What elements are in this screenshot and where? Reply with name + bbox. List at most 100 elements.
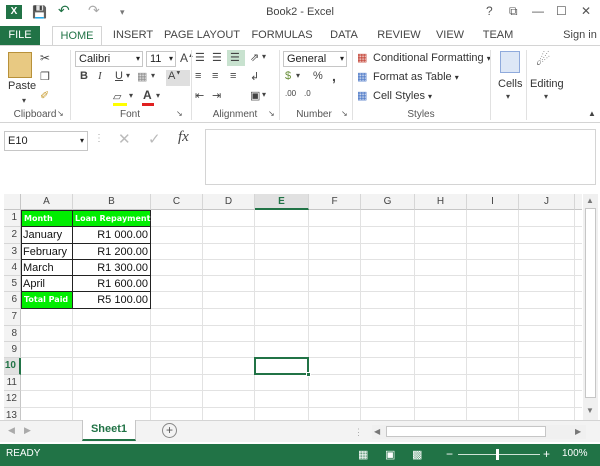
- align-center-icon[interactable]: ≡: [212, 70, 218, 82]
- bottom-align-icon[interactable]: ☰: [230, 51, 240, 64]
- help-button[interactable]: ?: [486, 4, 493, 18]
- underline-dropdown-icon[interactable]: ▾: [126, 71, 130, 80]
- worksheet-grid[interactable]: A B C D E F G H I J 1 2 3 4 5 6 7 8 9 10…: [4, 194, 582, 420]
- cell-a1[interactable]: Month: [22, 211, 72, 226]
- cell-a3[interactable]: February: [23, 244, 72, 260]
- wrap-text-icon[interactable]: ↲: [250, 70, 259, 83]
- row-header-selected[interactable]: 10: [4, 358, 21, 375]
- number-launcher-icon[interactable]: ↘: [341, 109, 348, 118]
- tab-data[interactable]: DATA: [324, 26, 364, 46]
- horizontal-scrollbar[interactable]: ◀ ▶: [372, 425, 586, 439]
- paste-dropdown-icon[interactable]: ▾: [22, 96, 26, 105]
- cell-a6[interactable]: Total Paid: [22, 292, 72, 308]
- scroll-right-icon[interactable]: ▶: [575, 427, 581, 436]
- cells-icon[interactable]: [500, 51, 520, 73]
- column-header[interactable]: C: [151, 194, 203, 210]
- underline-button[interactable]: U: [115, 70, 123, 82]
- accounting-dropdown-icon[interactable]: ▾: [296, 71, 300, 80]
- row-header[interactable]: 6: [4, 292, 21, 309]
- name-box[interactable]: E10 ▾: [4, 131, 88, 151]
- column-header[interactable]: J: [519, 194, 575, 210]
- tab-page-layout[interactable]: PAGE LAYOUT: [164, 26, 240, 46]
- fill-color-dropdown-icon[interactable]: ▾: [129, 91, 133, 100]
- tab-insert[interactable]: INSERT: [110, 26, 156, 46]
- vertical-scrollbar[interactable]: ▲ ▼: [583, 194, 598, 420]
- paste-button-label[interactable]: Paste: [8, 80, 36, 92]
- row-header[interactable]: 13: [4, 408, 21, 420]
- cell-b3[interactable]: R1 200.00: [73, 244, 148, 260]
- middle-align-icon[interactable]: ☰: [212, 51, 222, 64]
- active-cell-e10[interactable]: [254, 357, 309, 375]
- zoom-slider-track[interactable]: [458, 454, 540, 455]
- bold-button[interactable]: B: [80, 70, 88, 82]
- binoculars-icon[interactable]: ☄: [536, 50, 550, 70]
- shrink-font-icon[interactable]: A▼: [168, 70, 181, 82]
- column-header[interactable]: G: [361, 194, 415, 210]
- zoom-slider-thumb[interactable]: [496, 449, 499, 460]
- increase-decimal-icon[interactable]: .00: [285, 89, 296, 98]
- scroll-up-icon[interactable]: ▲: [586, 196, 594, 205]
- paste-icon[interactable]: [8, 52, 32, 78]
- italic-button[interactable]: I: [98, 70, 102, 82]
- zoom-in-button[interactable]: +: [543, 447, 550, 461]
- format-as-table-icon[interactable]: ▦: [357, 70, 367, 83]
- row-header[interactable]: 11: [4, 375, 21, 391]
- row-header[interactable]: 4: [4, 260, 21, 276]
- top-align-icon[interactable]: ☰: [195, 51, 205, 64]
- confirm-entry-icon[interactable]: ✓: [148, 130, 161, 148]
- font-color-dropdown-icon[interactable]: ▾: [156, 91, 160, 100]
- font-name-select[interactable]: Calibri ▾: [75, 51, 143, 67]
- tab-review[interactable]: REVIEW: [374, 26, 424, 46]
- cell-b6[interactable]: R5 100.00: [73, 292, 148, 308]
- cell-a5[interactable]: April: [23, 276, 72, 292]
- merge-dropdown-icon[interactable]: ▾: [262, 90, 266, 99]
- align-left-icon[interactable]: ≡: [195, 70, 201, 82]
- tab-view[interactable]: VIEW: [432, 26, 468, 46]
- tab-splitter-icon[interactable]: ⋮: [354, 427, 363, 438]
- cell-styles-button[interactable]: Cell Styles ▾: [373, 90, 432, 102]
- next-sheet-icon[interactable]: ▶: [24, 425, 31, 436]
- align-right-icon[interactable]: ≡: [230, 70, 236, 82]
- decrease-indent-icon[interactable]: ⇤: [195, 89, 204, 102]
- font-color-icon[interactable]: A: [143, 88, 152, 102]
- alignment-launcher-icon[interactable]: ↘: [268, 109, 275, 118]
- row-header[interactable]: 8: [4, 326, 21, 342]
- cut-icon[interactable]: ✂: [40, 51, 50, 65]
- cells-button-label[interactable]: Cells: [498, 78, 522, 90]
- tab-team[interactable]: TEAM: [476, 26, 520, 46]
- cell-a4[interactable]: March: [23, 260, 72, 276]
- cancel-entry-icon[interactable]: ✕: [118, 130, 131, 148]
- page-layout-view-icon[interactable]: ▣: [385, 448, 395, 461]
- prev-sheet-icon[interactable]: ◀: [8, 425, 15, 436]
- minimize-button[interactable]: —: [532, 4, 544, 18]
- row-header[interactable]: 9: [4, 342, 21, 358]
- editing-dropdown-icon[interactable]: ▾: [544, 92, 548, 101]
- row-header[interactable]: 12: [4, 391, 21, 408]
- editing-button-label[interactable]: Editing: [530, 78, 564, 90]
- column-header[interactable]: D: [203, 194, 255, 210]
- tab-file[interactable]: FILE: [0, 26, 40, 46]
- column-header[interactable]: B: [73, 194, 151, 210]
- orientation-icon[interactable]: ⇗: [250, 51, 259, 64]
- format-as-table-button[interactable]: Format as Table ▾: [373, 71, 459, 83]
- column-header[interactable]: I: [467, 194, 519, 210]
- conditional-formatting-icon[interactable]: ▦: [357, 51, 367, 64]
- increase-indent-icon[interactable]: ⇥: [212, 89, 221, 102]
- cell-b4[interactable]: R1 300.00: [73, 260, 148, 276]
- select-all-corner[interactable]: [4, 194, 21, 210]
- scroll-down-icon[interactable]: ▼: [586, 406, 594, 415]
- decrease-decimal-icon[interactable]: .0: [304, 89, 311, 98]
- close-button[interactable]: ✕: [581, 4, 591, 18]
- number-format-select[interactable]: General ▾: [283, 51, 347, 67]
- maximize-button[interactable]: ☐: [556, 4, 567, 18]
- comma-style-icon[interactable]: ,: [332, 68, 336, 84]
- row-header[interactable]: 7: [4, 309, 21, 326]
- merge-center-icon[interactable]: ▣: [250, 89, 260, 102]
- cells-dropdown-icon[interactable]: ▾: [506, 92, 510, 101]
- vertical-scroll-thumb[interactable]: [585, 208, 596, 398]
- splitter-dots-icon[interactable]: ⋮: [94, 133, 104, 144]
- cell-a2[interactable]: January: [23, 227, 72, 243]
- insert-function-icon[interactable]: fx: [178, 129, 189, 146]
- formula-input[interactable]: [205, 129, 596, 185]
- font-launcher-icon[interactable]: ↘: [176, 109, 183, 118]
